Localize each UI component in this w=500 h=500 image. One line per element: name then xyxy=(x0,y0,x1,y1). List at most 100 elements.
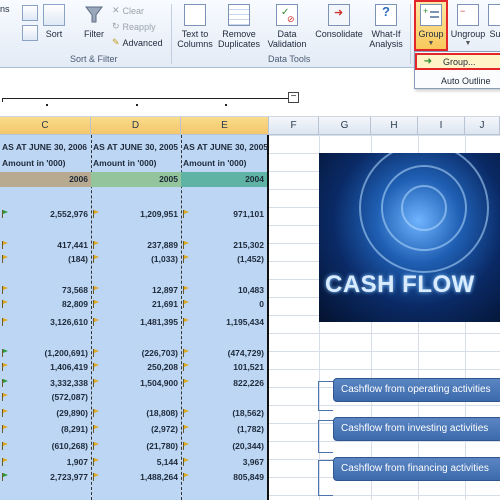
table-cell[interactable]: 21,691 xyxy=(91,298,178,310)
consolidate-icon: ➜ xyxy=(328,4,350,26)
clear-button[interactable]: ✕ Clear xyxy=(112,5,144,16)
sort-za-button[interactable] xyxy=(20,25,40,44)
advanced-label: Advanced xyxy=(122,37,163,48)
menu-item-group-label: Group... xyxy=(443,56,476,67)
table-cell[interactable]: 1,481,395 xyxy=(91,316,178,328)
column-header-j[interactable]: J xyxy=(465,117,500,135)
cash-flow-caption: CASH FLOW xyxy=(325,271,475,298)
consolidate-button[interactable]: ➜ Consolidate xyxy=(313,4,365,39)
table-cell[interactable]: 3,967 xyxy=(181,456,264,468)
table-cell[interactable]: (20,344) xyxy=(181,440,264,452)
sort-az-icon xyxy=(22,5,38,21)
ribbon-separator-2 xyxy=(410,4,411,64)
amount-label-e: Amount in '000) xyxy=(183,158,247,168)
table-cell[interactable]: (29,890) xyxy=(0,407,88,419)
data-validation-icon: ✓ ⊘ xyxy=(276,4,298,26)
column-header-d[interactable]: D xyxy=(91,117,181,135)
table-cell[interactable]: (1,782) xyxy=(181,423,264,435)
reapply-label: Reapply xyxy=(122,21,156,32)
column-header-i[interactable]: I xyxy=(418,117,465,135)
collapse-group-button[interactable]: − xyxy=(288,92,299,103)
outline-group-line xyxy=(2,98,290,99)
group-label-sort-filter: Sort & Filter xyxy=(70,54,118,64)
table-cell[interactable]: 3,332,338 xyxy=(0,377,88,389)
table-cell[interactable]: (18,808) xyxy=(91,407,178,419)
table-cell[interactable]: (1,452) xyxy=(181,253,264,265)
ungroup-label: Ungroup xyxy=(450,29,486,39)
table-cell[interactable]: (184) xyxy=(0,253,88,265)
table-cell[interactable]: 237,889 xyxy=(91,239,178,251)
table-cell[interactable]: (8,291) xyxy=(0,423,88,435)
group-button[interactable]: + Group ▼ xyxy=(416,4,446,49)
amount-label-c: Amount in '000) xyxy=(2,158,66,168)
table-cell[interactable]: (1,200,691) xyxy=(0,347,88,359)
table-cell[interactable]: 10,483 xyxy=(181,284,264,296)
cash-flow-image[interactable]: CASH FLOW xyxy=(319,153,500,322)
table-cell[interactable]: (474,729) xyxy=(181,347,264,359)
ungroup-button[interactable]: − Ungroup ▼ xyxy=(450,4,486,49)
table-cell[interactable]: 250,208 xyxy=(91,361,178,373)
table-cell[interactable]: 1,406,419 xyxy=(0,361,88,373)
table-cell[interactable]: 101,521 xyxy=(181,361,264,373)
column-header-c[interactable]: C xyxy=(0,117,91,135)
flow-box-operating[interactable]: Cashflow from operating activities xyxy=(333,378,500,402)
flow-box-financing[interactable]: Cashflow from financing activities xyxy=(333,457,500,481)
text-to-columns-button[interactable]: Text to Columns xyxy=(175,4,215,49)
remove-duplicates-button[interactable]: Remove Duplicates xyxy=(216,4,262,49)
outline-dot xyxy=(136,104,138,106)
table-cell[interactable]: 1,195,434 xyxy=(181,316,264,328)
connector-line xyxy=(318,460,333,496)
what-if-analysis-button[interactable]: ? What-If Analysis xyxy=(366,4,406,49)
column-header-e[interactable]: E xyxy=(181,117,269,135)
table-cell[interactable]: 1,907 xyxy=(0,456,88,468)
menu-item-auto-outline[interactable]: Auto Outline xyxy=(415,72,500,89)
sort-button[interactable]: Sort xyxy=(40,4,68,39)
column-header-f[interactable]: F xyxy=(269,117,319,135)
table-cell[interactable]: 822,226 xyxy=(181,377,264,389)
advanced-button[interactable]: ✎ Advanced xyxy=(112,37,163,48)
table-cell[interactable]: 0 xyxy=(181,298,264,310)
menu-item-group[interactable]: ➜ Group... xyxy=(415,53,500,70)
table-cell[interactable]: 82,809 xyxy=(0,298,88,310)
table-cell[interactable]: (1,033) xyxy=(91,253,178,265)
sort-za-icon xyxy=(22,25,38,41)
group-icon: + xyxy=(420,4,442,26)
reapply-icon: ↻ xyxy=(112,21,120,31)
table-cell[interactable]: 2,552,976 xyxy=(0,208,88,220)
table-cell[interactable]: 5,144 xyxy=(91,456,178,468)
data-validation-button[interactable]: ✓ ⊘ Data Validation xyxy=(264,4,310,49)
table-cell[interactable]: 805,849 xyxy=(181,471,264,483)
table-cell[interactable]: 417,441 xyxy=(0,239,88,251)
reapply-button[interactable]: ↻ Reapply xyxy=(112,21,156,32)
column-header-g[interactable]: G xyxy=(319,117,371,135)
subtotal-button[interactable]: Su xyxy=(488,4,500,39)
table-cell[interactable]: 1,504,900 xyxy=(91,377,178,389)
table-header-e: AS AT JUNE 30, 2005 xyxy=(183,142,268,152)
what-if-label-2: Analysis xyxy=(369,39,403,49)
what-if-icon: ? xyxy=(375,4,397,26)
column-header-h[interactable]: H xyxy=(371,117,418,135)
filter-button[interactable]: Filter xyxy=(80,4,108,39)
table-cell[interactable]: 3,126,610 xyxy=(0,316,88,328)
table-cell[interactable] xyxy=(91,391,178,403)
table-cell[interactable] xyxy=(181,391,264,403)
table-cell[interactable]: 1,488,264 xyxy=(91,471,178,483)
table-cell[interactable]: (2,972) xyxy=(91,423,178,435)
text-to-columns-icon xyxy=(184,4,206,26)
table-cell[interactable]: (610,268) xyxy=(0,440,88,452)
table-cell[interactable]: 215,302 xyxy=(181,239,264,251)
table-cell[interactable]: (18,562) xyxy=(181,407,264,419)
table-cell[interactable]: 971,101 xyxy=(181,208,264,220)
connector-line xyxy=(318,420,333,453)
table-cell[interactable]: (226,703) xyxy=(91,347,178,359)
flow-box-investing[interactable]: Cashflow from investing activities xyxy=(333,417,500,441)
menu-item-auto-outline-label: Auto Outline xyxy=(441,75,491,86)
table-cell[interactable]: (21,780) xyxy=(91,440,178,452)
table-cell[interactable]: 1,209,951 xyxy=(91,208,178,220)
table-cell[interactable]: 12,897 xyxy=(91,284,178,296)
advanced-icon: ✎ xyxy=(112,37,120,47)
table-cell[interactable]: 73,568 xyxy=(0,284,88,296)
table-cell[interactable]: (572,087) xyxy=(0,391,88,403)
sort-az-button[interactable] xyxy=(20,5,40,24)
table-cell[interactable]: 2,723,977 xyxy=(0,471,88,483)
